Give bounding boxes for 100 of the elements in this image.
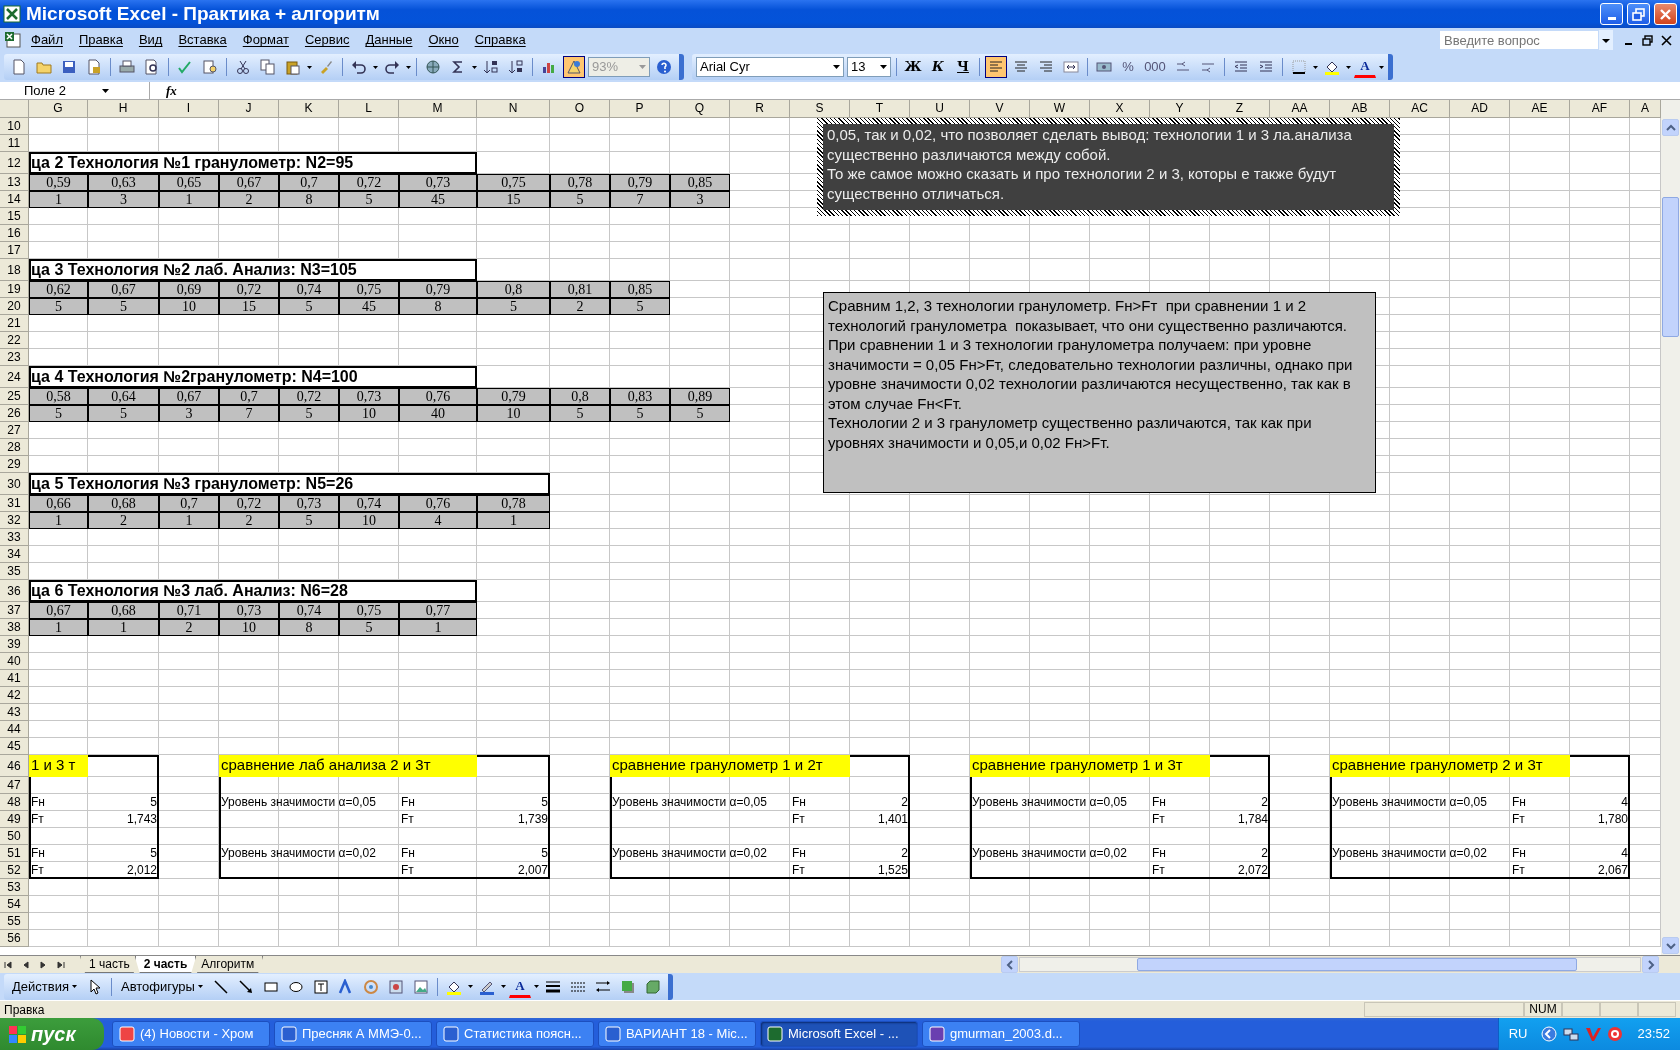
column-header[interactable]: S — [790, 100, 850, 118]
column-header[interactable]: G — [29, 100, 88, 118]
dropdown-caret-icon[interactable] — [1313, 65, 1318, 69]
menu-item[interactable]: Сервис — [297, 29, 357, 51]
row-header[interactable]: 39 — [0, 636, 29, 653]
row-header[interactable]: 43 — [0, 704, 29, 721]
row-header[interactable]: 25 — [0, 388, 29, 405]
row-header[interactable]: 17 — [0, 242, 29, 259]
italic-button[interactable]: К — [927, 56, 949, 78]
menu-item[interactable]: Файл — [24, 29, 70, 51]
dropdown-caret-icon[interactable] — [406, 65, 411, 69]
bold-button[interactable]: Ж — [902, 56, 924, 78]
column-header[interactable]: Z — [1210, 100, 1270, 118]
row-header[interactable]: 16 — [0, 225, 29, 242]
dropdown-caret-icon[interactable] — [373, 65, 378, 69]
column-header[interactable]: P — [610, 100, 670, 118]
menu-item[interactable]: Вставка — [171, 29, 234, 51]
close-button[interactable] — [1654, 3, 1677, 25]
row-header[interactable]: 56 — [0, 930, 29, 947]
row-header[interactable]: 42 — [0, 687, 29, 704]
menu-item[interactable]: Формат — [235, 29, 296, 51]
column-header[interactable]: J — [219, 100, 279, 118]
row-header[interactable]: 22 — [0, 332, 29, 349]
row-header[interactable]: 29 — [0, 456, 29, 473]
column-header[interactable]: Y — [1150, 100, 1210, 118]
font-name-field[interactable]: Arial Cyr — [696, 57, 844, 77]
scroll-right-button[interactable] — [1642, 956, 1659, 973]
row-header[interactable]: 50 — [0, 828, 29, 845]
row-header[interactable]: 12 — [0, 152, 29, 174]
row-header[interactable]: 40 — [0, 653, 29, 670]
column-header[interactable]: X — [1090, 100, 1150, 118]
row-header[interactable]: 41 — [0, 670, 29, 687]
row-header[interactable]: 49 — [0, 811, 29, 828]
taskbar-button[interactable]: ВАРИАНТ 18 - Mic... — [598, 1021, 756, 1047]
row-header[interactable]: 26 — [0, 405, 29, 422]
dropdown-caret-icon[interactable] — [1599, 30, 1613, 50]
column-header[interactable]: AE — [1510, 100, 1570, 118]
column-header[interactable]: AB — [1330, 100, 1390, 118]
row-header[interactable]: 23 — [0, 349, 29, 366]
close-icon[interactable] — [1661, 34, 1672, 46]
row-header[interactable]: 13 — [0, 174, 29, 191]
row-header[interactable]: 45 — [0, 738, 29, 755]
menu-item[interactable]: Данные — [358, 29, 420, 51]
help-search-field[interactable]: Введите вопрос — [1439, 30, 1599, 50]
dropdown-caret-icon[interactable] — [1379, 65, 1384, 69]
column-header[interactable]: K — [279, 100, 339, 118]
column-header[interactable]: M — [399, 100, 477, 118]
restore-icon[interactable] — [1642, 34, 1653, 46]
column-header[interactable]: W — [1030, 100, 1090, 118]
row-header[interactable]: 15 — [0, 208, 29, 225]
row-header[interactable]: 55 — [0, 913, 29, 930]
row-header[interactable]: 31 — [0, 495, 29, 512]
scroll-down-button[interactable] — [1662, 937, 1679, 954]
network-icon[interactable] — [1563, 1026, 1580, 1042]
thousands-button[interactable]: 000 — [1141, 56, 1169, 78]
percent-button[interactable]: % — [1118, 56, 1138, 78]
align-left-button[interactable] — [985, 56, 1007, 78]
row-header[interactable]: 34 — [0, 546, 29, 563]
row-header[interactable]: 32 — [0, 512, 29, 529]
menu-item[interactable]: Правка — [71, 29, 130, 51]
dropdown-caret-icon[interactable] — [467, 985, 473, 988]
restore-button[interactable] — [1627, 3, 1650, 25]
row-header[interactable]: 28 — [0, 439, 29, 456]
row-header[interactable]: 52 — [0, 862, 29, 879]
actions-menu-button[interactable]: Действия — [8, 976, 81, 997]
scrollbar-thumb[interactable] — [1662, 197, 1679, 337]
row-header[interactable]: 51 — [0, 845, 29, 862]
column-header[interactable]: AF — [1570, 100, 1630, 118]
row-header[interactable]: 14 — [0, 191, 29, 208]
column-header[interactable]: V — [970, 100, 1030, 118]
column-header[interactable]: AA — [1270, 100, 1330, 118]
name-box[interactable]: Поле 2 — [0, 81, 150, 100]
minimize-button[interactable] — [1600, 3, 1623, 25]
taskbar-button[interactable]: Пресняк А ММЭ-0... — [274, 1021, 432, 1047]
column-header[interactable]: H — [88, 100, 159, 118]
dropdown-caret-icon[interactable] — [307, 65, 312, 69]
column-header[interactable]: A — [1630, 100, 1661, 118]
start-button[interactable]: пуск — [0, 1018, 104, 1050]
row-header[interactable]: 10 — [0, 118, 29, 135]
sheet-tab[interactable]: 2 часть — [134, 956, 197, 973]
row-header[interactable]: 33 — [0, 529, 29, 546]
row-header[interactable]: 19 — [0, 281, 29, 298]
row-header[interactable]: 54 — [0, 896, 29, 913]
drawing-button[interactable] — [563, 56, 585, 78]
row-header[interactable]: 53 — [0, 879, 29, 896]
text-box[interactable]: Сравним 1,2, 3 технологии гранулометр. Fн>Fт при сравнении 1 и 2 технологий гранулометра показывает, что они существенно различаются. При сравнении 1 и 3 технологии гранулометра получаем: при уровне значимости = 0,05 Fн>Fт, следовательно технологии различны, однако при уровне значимости 0,02 технологии различаются несущественно, так как в этом случае Fн<Fт. Технологии 2 и 3 гранулометр существенно различаются, так как при уровнях значимости и 0,05,и 0,02 Fн>Fт. — [823, 292, 1376, 493]
row-header[interactable]: 44 — [0, 721, 29, 738]
column-header[interactable]: AC — [1390, 100, 1450, 118]
row-header[interactable]: 20 — [0, 298, 29, 315]
row-header[interactable]: 24 — [0, 366, 29, 388]
column-header[interactable]: R — [730, 100, 790, 118]
column-header[interactable]: U — [910, 100, 970, 118]
row-header[interactable]: 35 — [0, 563, 29, 580]
taskbar-button[interactable]: gmurman_2003.d... — [922, 1021, 1080, 1047]
row-header[interactable]: 47 — [0, 777, 29, 794]
menu-item[interactable]: Вид — [131, 29, 170, 51]
dropdown-caret-icon[interactable] — [472, 65, 477, 69]
column-header[interactable]: AD — [1450, 100, 1510, 118]
scroll-left-button[interactable] — [1001, 956, 1018, 973]
row-header[interactable]: 27 — [0, 422, 29, 439]
